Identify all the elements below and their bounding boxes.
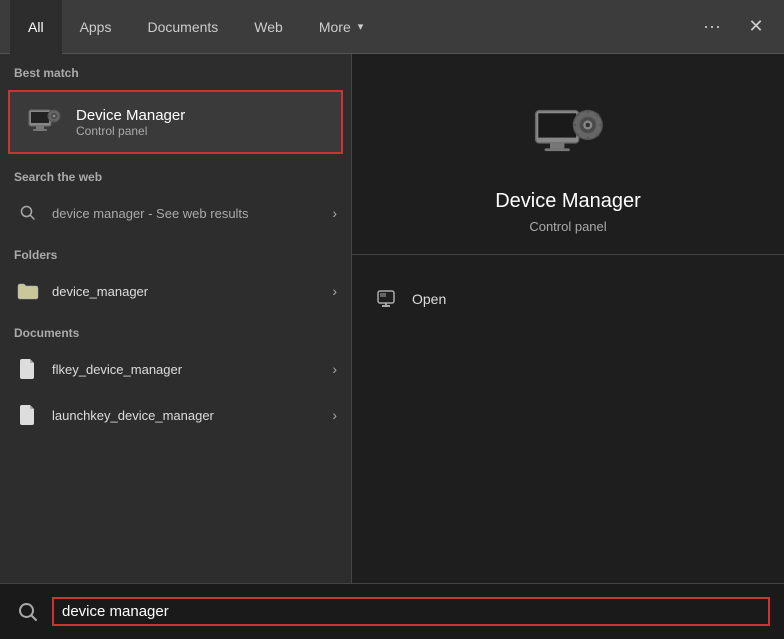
best-match-item[interactable]: Device Manager Control panel — [8, 90, 343, 154]
folder-name: device_manager — [52, 284, 332, 299]
ellipsis-icon: ··· — [703, 16, 721, 37]
close-icon: ✕ — [748, 16, 763, 37]
documents-section-label: Documents — [0, 314, 351, 346]
best-match-section-label: Best match — [0, 54, 351, 86]
tab-all[interactable]: All — [10, 0, 62, 54]
chevron-down-icon: ▾ — [358, 20, 364, 33]
top-nav: All Apps Documents Web More ▾ ··· ✕ — [0, 0, 784, 54]
main-container: Best match — [0, 54, 784, 583]
tab-apps-label: Apps — [80, 19, 112, 35]
chevron-right-icon: › — [332, 407, 337, 423]
document-icon — [14, 401, 42, 429]
document-icon — [14, 355, 42, 383]
right-app-icon — [528, 94, 608, 174]
close-button[interactable]: ✕ — [738, 9, 774, 45]
search-bar — [0, 583, 784, 639]
chevron-right-icon: › — [332, 283, 337, 299]
search-icon — [14, 199, 42, 227]
tab-web[interactable]: Web — [236, 0, 301, 54]
web-search-suffix: - See web results — [145, 206, 249, 221]
folders-section-label: Folders — [0, 236, 351, 268]
device-manager-small-icon — [24, 102, 64, 142]
open-action-label: Open — [412, 291, 446, 307]
chevron-right-icon: › — [332, 205, 337, 221]
right-panel: Device Manager Control panel Open — [352, 54, 784, 583]
web-search-text: device manager - See web results — [52, 206, 332, 221]
tab-apps[interactable]: Apps — [62, 0, 130, 54]
best-match-text: Device Manager Control panel — [76, 107, 185, 138]
right-divider — [352, 254, 784, 255]
open-icon — [372, 285, 400, 313]
nav-action-icons: ··· ✕ — [694, 9, 774, 45]
document-name-launchkey: launchkey_device_manager — [52, 408, 332, 423]
search-input[interactable] — [62, 603, 760, 620]
tab-more[interactable]: More ▾ — [301, 0, 381, 54]
document-name-flkey: flkey_device_manager — [52, 362, 332, 377]
folder-item-device-manager[interactable]: device_manager › — [0, 268, 351, 314]
folder-icon — [14, 277, 42, 305]
tab-documents-label: Documents — [147, 19, 218, 35]
chevron-right-icon: › — [332, 361, 337, 377]
tab-web-label: Web — [254, 19, 283, 35]
tab-more-label: More — [319, 19, 351, 35]
right-app-title: Device Manager — [495, 190, 641, 213]
right-app-subtitle: Control panel — [529, 219, 606, 234]
document-item-flkey[interactable]: flkey_device_manager › — [0, 346, 351, 392]
device-manager-icon-svg — [26, 104, 62, 140]
device-manager-large-icon-svg — [532, 98, 604, 170]
search-input-wrapper — [52, 597, 770, 626]
tab-documents[interactable]: Documents — [129, 0, 236, 54]
best-match-title: Device Manager — [76, 107, 185, 124]
search-bar-icon — [14, 598, 42, 626]
open-action[interactable]: Open — [352, 275, 784, 323]
search-web-section-label: Search the web — [0, 158, 351, 190]
left-panel: Best match — [0, 54, 352, 583]
ellipsis-button[interactable]: ··· — [694, 9, 730, 45]
web-search-item[interactable]: device manager - See web results › — [0, 190, 351, 236]
tab-all-label: All — [28, 19, 44, 35]
web-search-query: device manager — [52, 206, 145, 221]
document-item-launchkey[interactable]: launchkey_device_manager › — [0, 392, 351, 438]
best-match-subtitle: Control panel — [76, 124, 185, 138]
